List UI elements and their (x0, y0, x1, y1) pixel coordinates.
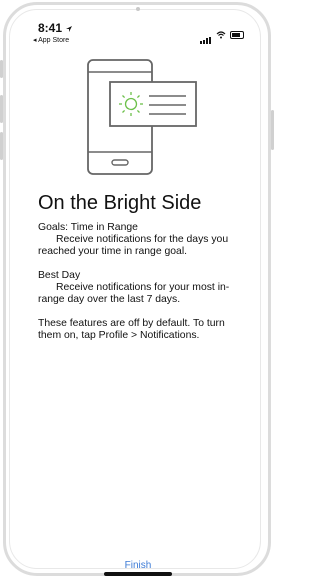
location-arrow-icon (66, 25, 73, 32)
back-to-app-store[interactable]: ◂ App Store (33, 36, 69, 44)
side-button (0, 60, 3, 78)
default-off-note: These features are off by default. To tu… (38, 318, 225, 341)
page-title: On the Bright Side (38, 192, 202, 214)
side-button (0, 95, 3, 123)
side-button (0, 132, 3, 160)
feature-description: Goals: Time in Range Receive notificatio… (38, 222, 248, 354)
signal-icon (200, 26, 212, 44)
wifi-icon (216, 31, 226, 39)
goal-section: Goals: Time in Range Receive notificatio… (38, 222, 248, 258)
home-indicator[interactable] (104, 572, 172, 576)
best-day-section: Best Day Receive notifications for your … (38, 270, 248, 306)
battery-icon (230, 31, 244, 39)
status-time: 8:41 (38, 21, 73, 35)
best-day-heading: Best Day (38, 270, 81, 281)
goal-heading: Goals: Time in Range (38, 222, 138, 233)
best-day-description: Receive notifications for your most in-r… (38, 282, 230, 305)
side-button (271, 110, 274, 150)
status-icons (200, 26, 244, 44)
phone-illustration-icon (87, 59, 197, 175)
status-time-text: 8:41 (38, 21, 63, 35)
finish-button[interactable]: Finish (0, 560, 276, 571)
camera-dot (136, 7, 140, 11)
goal-description: Receive notifications for the days you r… (38, 234, 229, 257)
